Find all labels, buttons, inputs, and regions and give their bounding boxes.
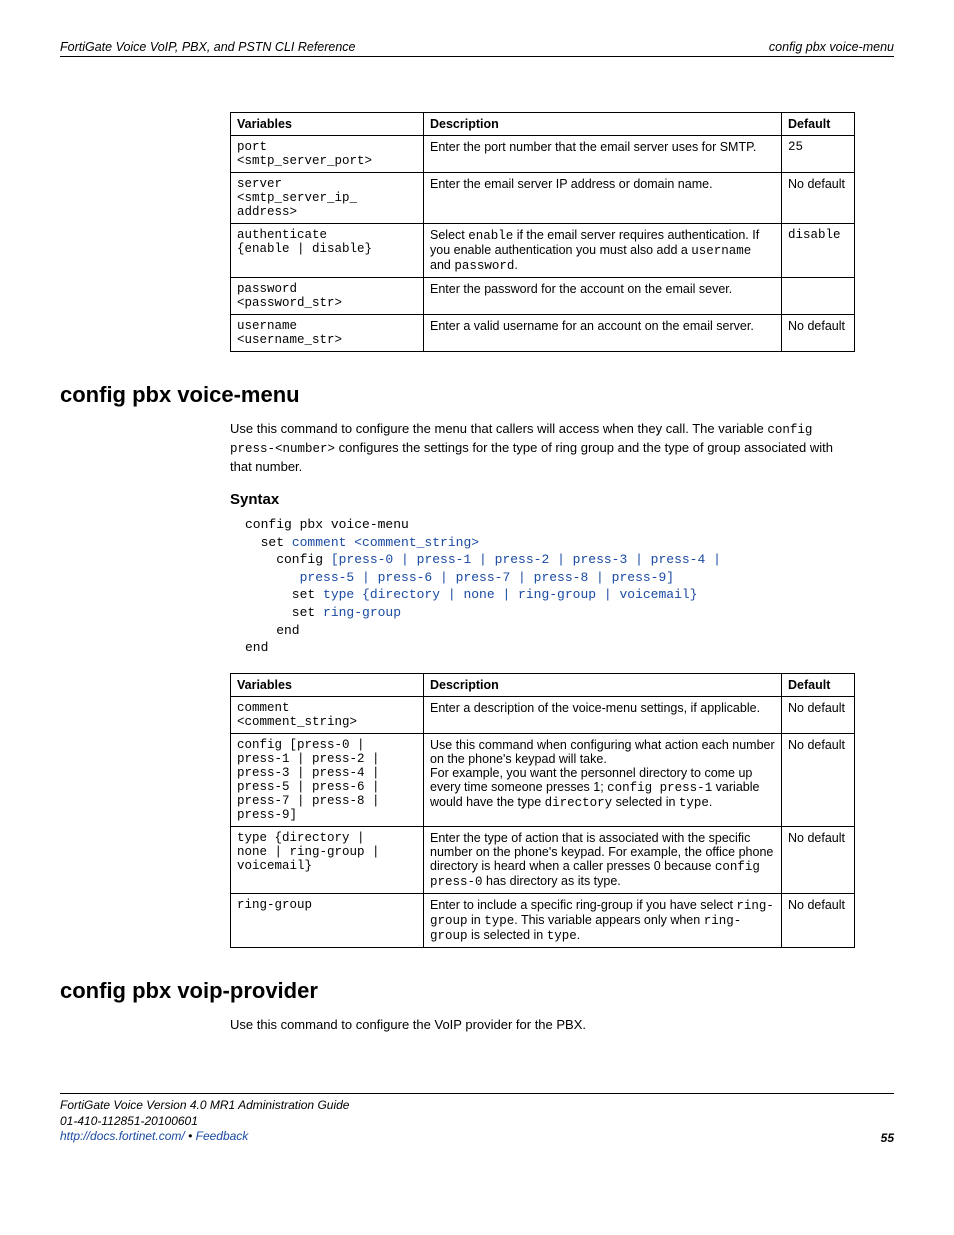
cell-default: No default bbox=[782, 893, 855, 947]
variables-table-2: Variables Description Default comment<co… bbox=[230, 673, 855, 948]
cell-default: No default bbox=[782, 696, 855, 733]
cell-description: Enter a description of the voice-menu se… bbox=[424, 696, 782, 733]
syntax-heading: Syntax bbox=[230, 491, 894, 508]
table-row: username<username_str>Enter a valid user… bbox=[231, 315, 855, 352]
section-intro-2: Use this command to configure the VoIP p… bbox=[230, 1016, 850, 1034]
header-right: config pbx voice-menu bbox=[769, 40, 894, 54]
cell-description: Use this command when configuring what a… bbox=[424, 733, 782, 826]
cell-default: No default bbox=[782, 173, 855, 224]
table-row: port<smtp_server_port>Enter the port num… bbox=[231, 136, 855, 173]
table-row: authenticate{enable | disable}Select ena… bbox=[231, 224, 855, 278]
cell-description: Enter the port number that the email ser… bbox=[424, 136, 782, 173]
section-title-voip-provider: config pbx voip-provider bbox=[60, 978, 894, 1004]
cell-variable: comment<comment_string> bbox=[231, 696, 424, 733]
page-number: 55 bbox=[881, 1131, 894, 1145]
cell-default: 25 bbox=[782, 136, 855, 173]
cell-variable: username<username_str> bbox=[231, 315, 424, 352]
footer-line1: FortiGate Voice Version 4.0 MR1 Administ… bbox=[60, 1098, 349, 1112]
th-default: Default bbox=[782, 673, 855, 696]
section-title-voice-menu: config pbx voice-menu bbox=[60, 382, 894, 408]
th-description: Description bbox=[424, 113, 782, 136]
cell-variable: password<password_str> bbox=[231, 278, 424, 315]
variables-table-1: Variables Description Default port<smtp_… bbox=[230, 112, 855, 352]
th-variables: Variables bbox=[231, 113, 424, 136]
cell-description: Select enable if the email server requir… bbox=[424, 224, 782, 278]
th-description: Description bbox=[424, 673, 782, 696]
table-row: password<password_str>Enter the password… bbox=[231, 278, 855, 315]
section-intro: Use this command to configure the menu t… bbox=[230, 420, 850, 475]
footer-sep: • bbox=[185, 1129, 196, 1143]
page-footer: FortiGate Voice Version 4.0 MR1 Administ… bbox=[60, 1093, 894, 1145]
table-row: type {directory |none | ring-group |voic… bbox=[231, 826, 855, 893]
cell-description: Enter the type of action that is associa… bbox=[424, 826, 782, 893]
th-default: Default bbox=[782, 113, 855, 136]
cell-variable: authenticate{enable | disable} bbox=[231, 224, 424, 278]
table-row: comment<comment_string>Enter a descripti… bbox=[231, 696, 855, 733]
cell-default: No default bbox=[782, 733, 855, 826]
table-row: ring-groupEnter to include a specific ri… bbox=[231, 893, 855, 947]
footer-line2: 01-410-112851-20100601 bbox=[60, 1114, 198, 1128]
cell-default: No default bbox=[782, 826, 855, 893]
cell-description: Enter to include a specific ring-group i… bbox=[424, 893, 782, 947]
cell-description: Enter the password for the account on th… bbox=[424, 278, 782, 315]
cell-description: Enter a valid username for an account on… bbox=[424, 315, 782, 352]
footer-link-docs[interactable]: http://docs.fortinet.com/ bbox=[60, 1129, 185, 1143]
table-row: server<smtp_server_ip_address>Enter the … bbox=[231, 173, 855, 224]
cell-variable: ring-group bbox=[231, 893, 424, 947]
cell-description: Enter the email server IP address or dom… bbox=[424, 173, 782, 224]
cell-variable: type {directory |none | ring-group |voic… bbox=[231, 826, 424, 893]
cell-default: disable bbox=[782, 224, 855, 278]
footer-link-feedback[interactable]: Feedback bbox=[196, 1129, 249, 1143]
cell-variable: config [press-0 |press-1 | press-2 |pres… bbox=[231, 733, 424, 826]
cell-variable: port<smtp_server_port> bbox=[231, 136, 424, 173]
th-variables: Variables bbox=[231, 673, 424, 696]
page-header: FortiGate Voice VoIP, PBX, and PSTN CLI … bbox=[60, 40, 894, 57]
header-left: FortiGate Voice VoIP, PBX, and PSTN CLI … bbox=[60, 40, 356, 54]
cell-default bbox=[782, 278, 855, 315]
table-row: config [press-0 |press-1 | press-2 |pres… bbox=[231, 733, 855, 826]
cell-default: No default bbox=[782, 315, 855, 352]
syntax-block: config pbx voice-menu set comment <comme… bbox=[245, 516, 894, 656]
cell-variable: server<smtp_server_ip_address> bbox=[231, 173, 424, 224]
